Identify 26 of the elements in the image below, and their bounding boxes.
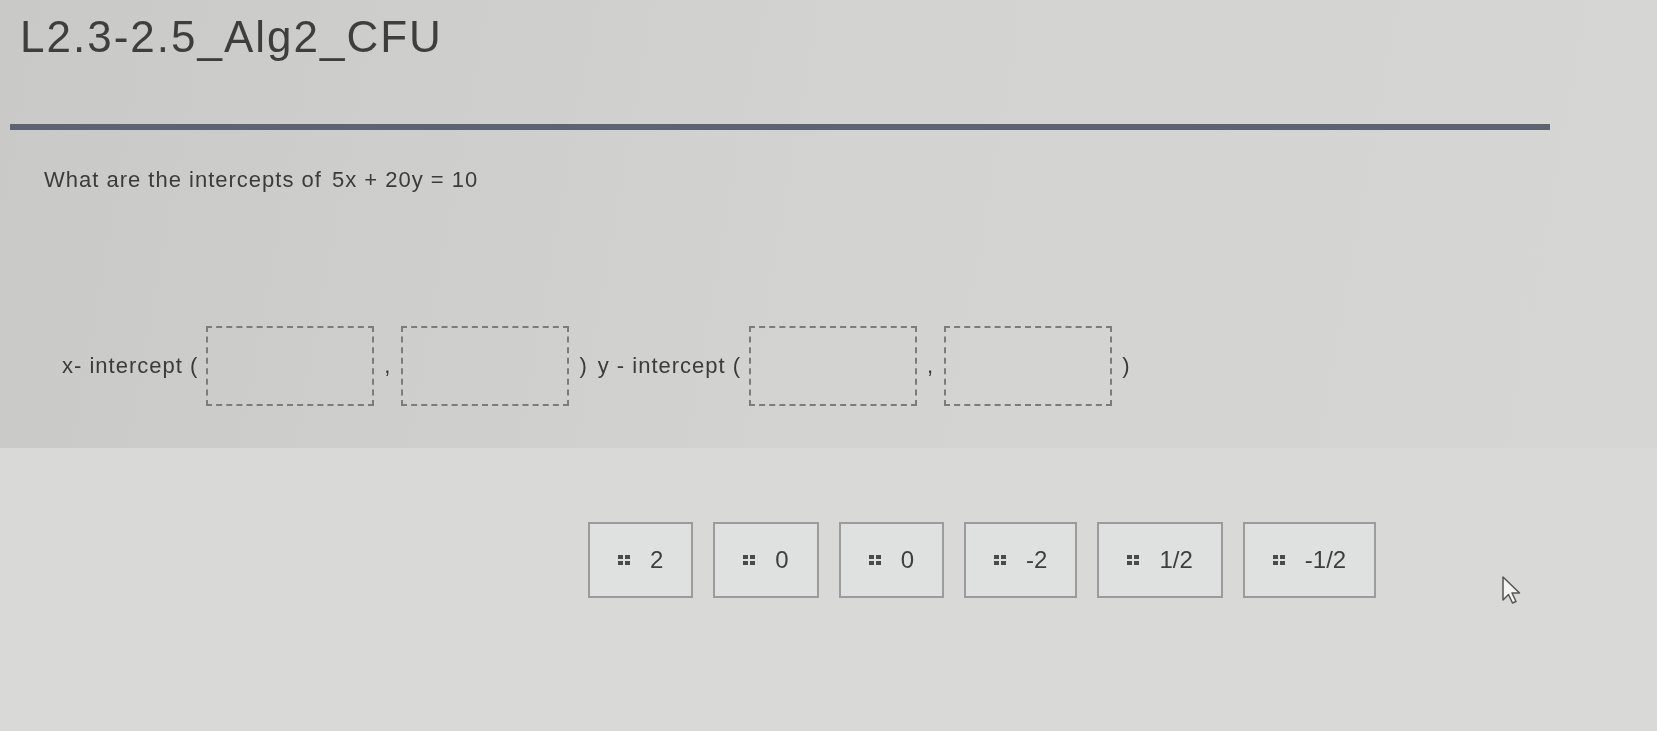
drag-handle-icon — [1272, 555, 1285, 565]
answer-label: , — [927, 352, 935, 380]
drag-handle-icon — [868, 555, 881, 565]
drag-handle-icon — [1127, 555, 1140, 565]
answer-choice[interactable]: -1/2 — [1242, 522, 1377, 598]
drag-handle-icon — [994, 555, 1007, 565]
equation: 5x + 20y = 10 — [331, 166, 479, 194]
drag-handle-icon — [743, 555, 756, 565]
answer-choice[interactable]: 1/2 — [1097, 522, 1223, 598]
answer-choice[interactable]: -2 — [964, 522, 1078, 598]
answer-label: x- intercept ( — [62, 352, 199, 380]
answer-label: ) — [1122, 352, 1131, 380]
answer-label: , — [384, 352, 392, 380]
answer-box[interactable] — [944, 326, 1113, 406]
answer-box[interactable] — [401, 326, 570, 406]
page-title: L2.3-2.5_Alg2_CFU — [20, 11, 443, 63]
answer-choice[interactable]: 0 — [838, 522, 945, 598]
answer-box[interactable] — [206, 326, 375, 406]
question-text: What are the intercepts of — [44, 166, 322, 194]
mouse-pointer-icon — [1502, 576, 1522, 604]
drag-handle-icon — [618, 555, 630, 565]
answer-label: ) — [579, 352, 588, 380]
answer-choice[interactable]: 0 — [713, 522, 819, 598]
answer-choice[interactable]: 2 — [588, 522, 694, 598]
answer-box[interactable] — [749, 326, 918, 406]
answer-label: y - intercept ( — [597, 352, 742, 380]
